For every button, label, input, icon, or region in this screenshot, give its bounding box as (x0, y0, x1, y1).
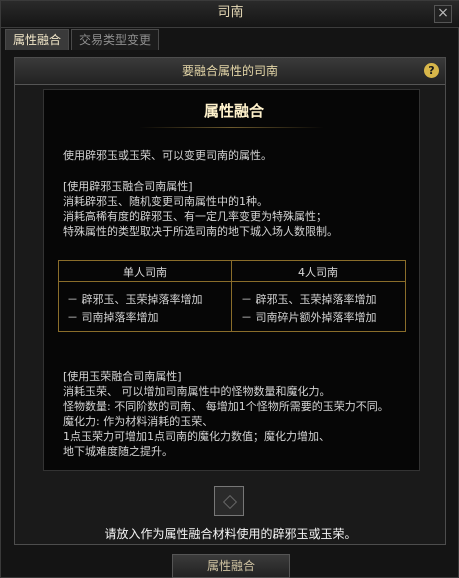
table-cell: － 司南碎片额外掉落率增加 (241, 311, 377, 324)
table-header-party: 4人司南 (298, 266, 338, 279)
table-cell: － 司南掉落率增加 (67, 311, 159, 324)
table-cell: － 辟邪玉、玉荣掉落率增加 (241, 293, 377, 306)
intro-text: 使用辟邪玉或玉荣、可以变更司南的属性。 (63, 149, 272, 162)
divider (139, 127, 324, 128)
tab-trade-type-change[interactable]: 交易类型变更 (71, 29, 159, 50)
section2-line: 怪物数量: 不同阶数的司南、 每增加1个怪物所需要的玉荣力不同。 (63, 400, 389, 413)
tab-attribute-fusion[interactable]: 属性融合 (5, 29, 69, 50)
section1-line: 消耗辟邪玉、随机变更司南属性中的1种。 (63, 195, 268, 208)
panel-header: 要融合属性的司南 (15, 58, 445, 85)
table-cell: － 辟邪玉、玉荣掉落率增加 (67, 293, 203, 306)
section1-line: 特殊属性的类型取决于所选司南的地下城入场人数限制。 (63, 225, 338, 238)
section2-line: 地下城难度随之提升。 (63, 445, 173, 458)
close-button[interactable]: × (434, 5, 452, 23)
info-popup: 属性融合 使用辟邪玉或玉荣、可以变更司南的属性。 [使用辟邪玉融合司南属性] 消… (43, 89, 420, 471)
section2-heading: [使用玉荣融合司南属性] (63, 370, 182, 383)
material-slot[interactable] (214, 486, 244, 516)
popup-title: 属性融合 (203, 102, 264, 120)
section1-line: 消耗高稀有度的辟邪玉、有一定几率变更为特殊属性； (63, 210, 327, 223)
instruction-text: 请放入作为属性融合材料使用的辟邪玉或玉荣。 (104, 527, 357, 541)
section1-heading: [使用辟邪玉融合司南属性] (63, 180, 193, 193)
help-icon[interactable]: ? (424, 63, 439, 78)
slot-placeholder-icon (222, 494, 238, 510)
section2-line: 1点玉荣力可增加1点司南的魔化力数值；魔化力增加、 (63, 430, 330, 443)
section2-line: 魔化力: 作为材料消耗的玉荣、 (63, 415, 214, 428)
table-divider (59, 281, 405, 282)
window-title: 司南 (1, 1, 459, 28)
table-header-solo: 单人司南 (123, 266, 167, 279)
section2-line: 消耗玉荣、 可以增加司南属性中的怪物数量和魔化力。 (63, 385, 331, 398)
attribute-fusion-button[interactable]: 属性融合 (172, 554, 290, 578)
bonus-table: 单人司南 4人司南 － 辟邪玉、玉荣掉落率增加 － 司南掉落率增加 － 辟邪玉、… (58, 260, 406, 332)
dialog-window: 司南 × 属性融合 交易类型变更 要融合属性的司南 ? 属性融合 使用辟邪玉或玉… (0, 0, 459, 578)
